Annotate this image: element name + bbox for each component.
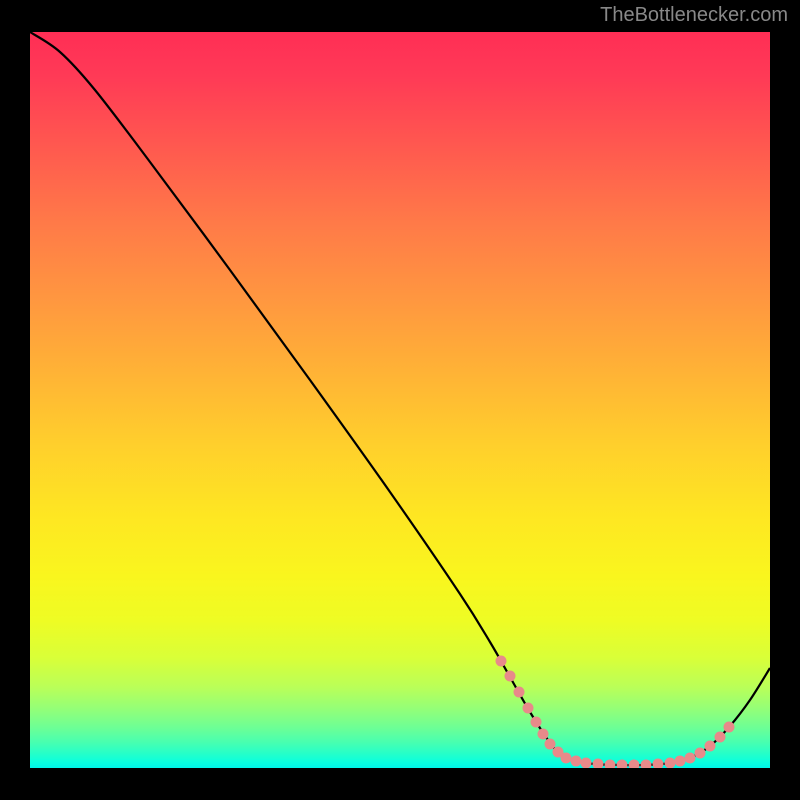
marker-group xyxy=(496,656,735,769)
marker-dot xyxy=(665,758,676,769)
marker-dot xyxy=(617,760,628,769)
marker-dot xyxy=(705,741,716,752)
marker-dot xyxy=(514,687,525,698)
marker-dot xyxy=(523,703,534,714)
attribution-text: TheBottlenecker.com xyxy=(600,4,788,27)
marker-dot xyxy=(695,748,706,759)
marker-dot xyxy=(581,758,592,769)
marker-dot xyxy=(538,729,549,740)
plot-area xyxy=(30,32,770,768)
marker-dot xyxy=(561,753,572,764)
marker-dot xyxy=(653,759,664,769)
marker-dot xyxy=(675,756,686,767)
marker-dot xyxy=(571,756,582,767)
marker-dot xyxy=(629,760,640,769)
marker-dot xyxy=(545,739,556,750)
marker-dot xyxy=(724,722,735,733)
marker-dot xyxy=(505,671,516,682)
marker-dot xyxy=(605,760,616,769)
marker-dot xyxy=(593,759,604,769)
marker-dot xyxy=(496,656,507,667)
chart-svg xyxy=(30,32,770,768)
marker-dot xyxy=(685,753,696,764)
curve-line xyxy=(30,32,770,765)
marker-dot xyxy=(641,760,652,769)
marker-dot xyxy=(531,717,542,728)
marker-dot xyxy=(715,732,726,743)
